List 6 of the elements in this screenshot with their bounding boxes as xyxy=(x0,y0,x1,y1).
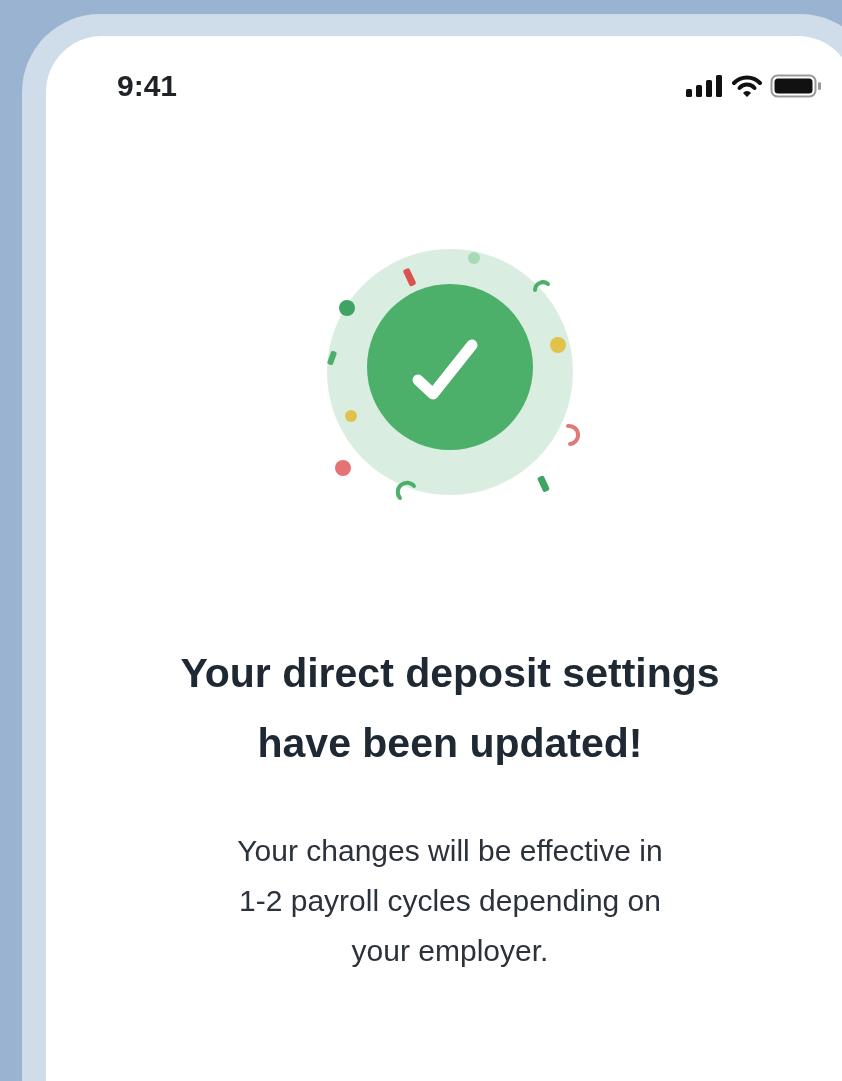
status-time: 9:41 xyxy=(117,69,178,103)
success-title: Your direct deposit settings have been updated! xyxy=(180,649,720,768)
success-message: Your changes will be effective in 1-2 payroll cycles depending on your employer. xyxy=(237,833,663,969)
signal-icon xyxy=(686,75,724,97)
battery-icon xyxy=(770,74,822,98)
wifi-icon xyxy=(732,75,762,97)
